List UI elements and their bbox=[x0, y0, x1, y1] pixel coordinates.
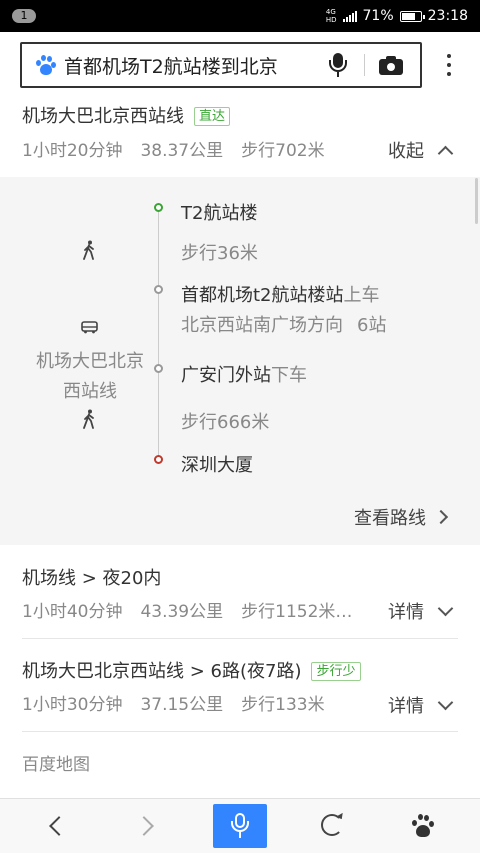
walk-icon bbox=[83, 409, 94, 429]
route-2-title[interactable]: 机场线 > 夜20内 bbox=[22, 564, 161, 590]
camera-icon[interactable] bbox=[379, 55, 403, 75]
route-1-title[interactable]: 机场大巴北京西站线 直达 bbox=[22, 102, 231, 128]
alight-node-icon bbox=[154, 364, 163, 373]
more-vertical-icon[interactable] bbox=[444, 54, 454, 78]
route-1-meta: 1小时20分钟 38.37公里 步行702米 bbox=[22, 141, 325, 161]
route-1-tag: 直达 bbox=[194, 107, 231, 126]
scrollbar[interactable] bbox=[475, 178, 478, 224]
voice-search-icon[interactable] bbox=[213, 804, 267, 848]
battery-percent: 71% bbox=[362, 8, 394, 24]
clock: 23:18 bbox=[427, 8, 468, 24]
end-stop: 深圳大厦 bbox=[181, 455, 253, 476]
mic-icon[interactable] bbox=[326, 51, 350, 79]
route-3-meta: 1小时30分钟 37.15公里 步行133米 bbox=[22, 695, 325, 715]
chevron-down-icon bbox=[437, 694, 454, 710]
divider bbox=[22, 638, 458, 639]
chevron-right-icon bbox=[433, 509, 449, 525]
search-bar[interactable]: 首都机场T2航站楼到北京 bbox=[20, 42, 422, 88]
timeline-line bbox=[158, 208, 159, 460]
search-divider bbox=[364, 54, 365, 76]
view-route-button[interactable]: 查看路线 bbox=[354, 504, 449, 530]
collapse-button[interactable]: 收起 bbox=[388, 137, 454, 163]
board-stop: 首都机场t2航站楼站上车 bbox=[181, 285, 380, 306]
notification-badge: 1 bbox=[12, 9, 36, 23]
chevron-up-icon bbox=[437, 145, 454, 161]
network-type: 4G HD bbox=[325, 8, 337, 24]
status-icons: 4G HD 71% 23:18 bbox=[326, 0, 468, 32]
board-node-icon bbox=[154, 285, 163, 294]
back-icon[interactable] bbox=[27, 804, 81, 848]
bus-line-name: 机场大巴北京 西站线 bbox=[36, 351, 144, 402]
status-bar: 1 4G HD 71% 23:18 bbox=[0, 0, 480, 32]
route-3-detail-button[interactable]: 详情 bbox=[388, 692, 454, 718]
end-node-icon bbox=[154, 455, 163, 464]
footer-brand: 百度地图 bbox=[22, 755, 90, 775]
start-node-icon bbox=[154, 203, 163, 212]
route-3-title[interactable]: 机场大巴北京西站线 > 6路(夜7路) 步行少 bbox=[22, 657, 361, 683]
route-3-tag: 步行少 bbox=[311, 662, 361, 681]
baidu-paw-icon bbox=[34, 54, 56, 76]
bus-direction: 北京西站南广场方向 6站 bbox=[181, 315, 387, 336]
walk-distance-1: 步行36米 bbox=[181, 243, 258, 264]
search-input[interactable]: 首都机场T2航站楼到北京 bbox=[64, 52, 316, 79]
battery-icon bbox=[399, 10, 425, 22]
chevron-down-icon bbox=[437, 600, 454, 616]
walk-icon bbox=[83, 240, 94, 260]
bottom-nav bbox=[0, 798, 480, 853]
signal-icon bbox=[342, 10, 357, 22]
route-2-meta: 1小时40分钟 43.39公里 步行1152米… bbox=[22, 602, 353, 622]
alight-stop: 广安门外站下车 bbox=[181, 365, 307, 386]
bus-icon bbox=[81, 321, 98, 334]
start-stop: T2航站楼 bbox=[181, 203, 258, 224]
walk-distance-2: 步行666米 bbox=[181, 412, 270, 433]
forward-icon[interactable] bbox=[121, 804, 175, 848]
refresh-icon[interactable] bbox=[305, 804, 359, 848]
route-2-detail-button[interactable]: 详情 bbox=[388, 598, 454, 624]
baidu-home-icon[interactable] bbox=[396, 804, 450, 848]
divider bbox=[22, 731, 458, 732]
